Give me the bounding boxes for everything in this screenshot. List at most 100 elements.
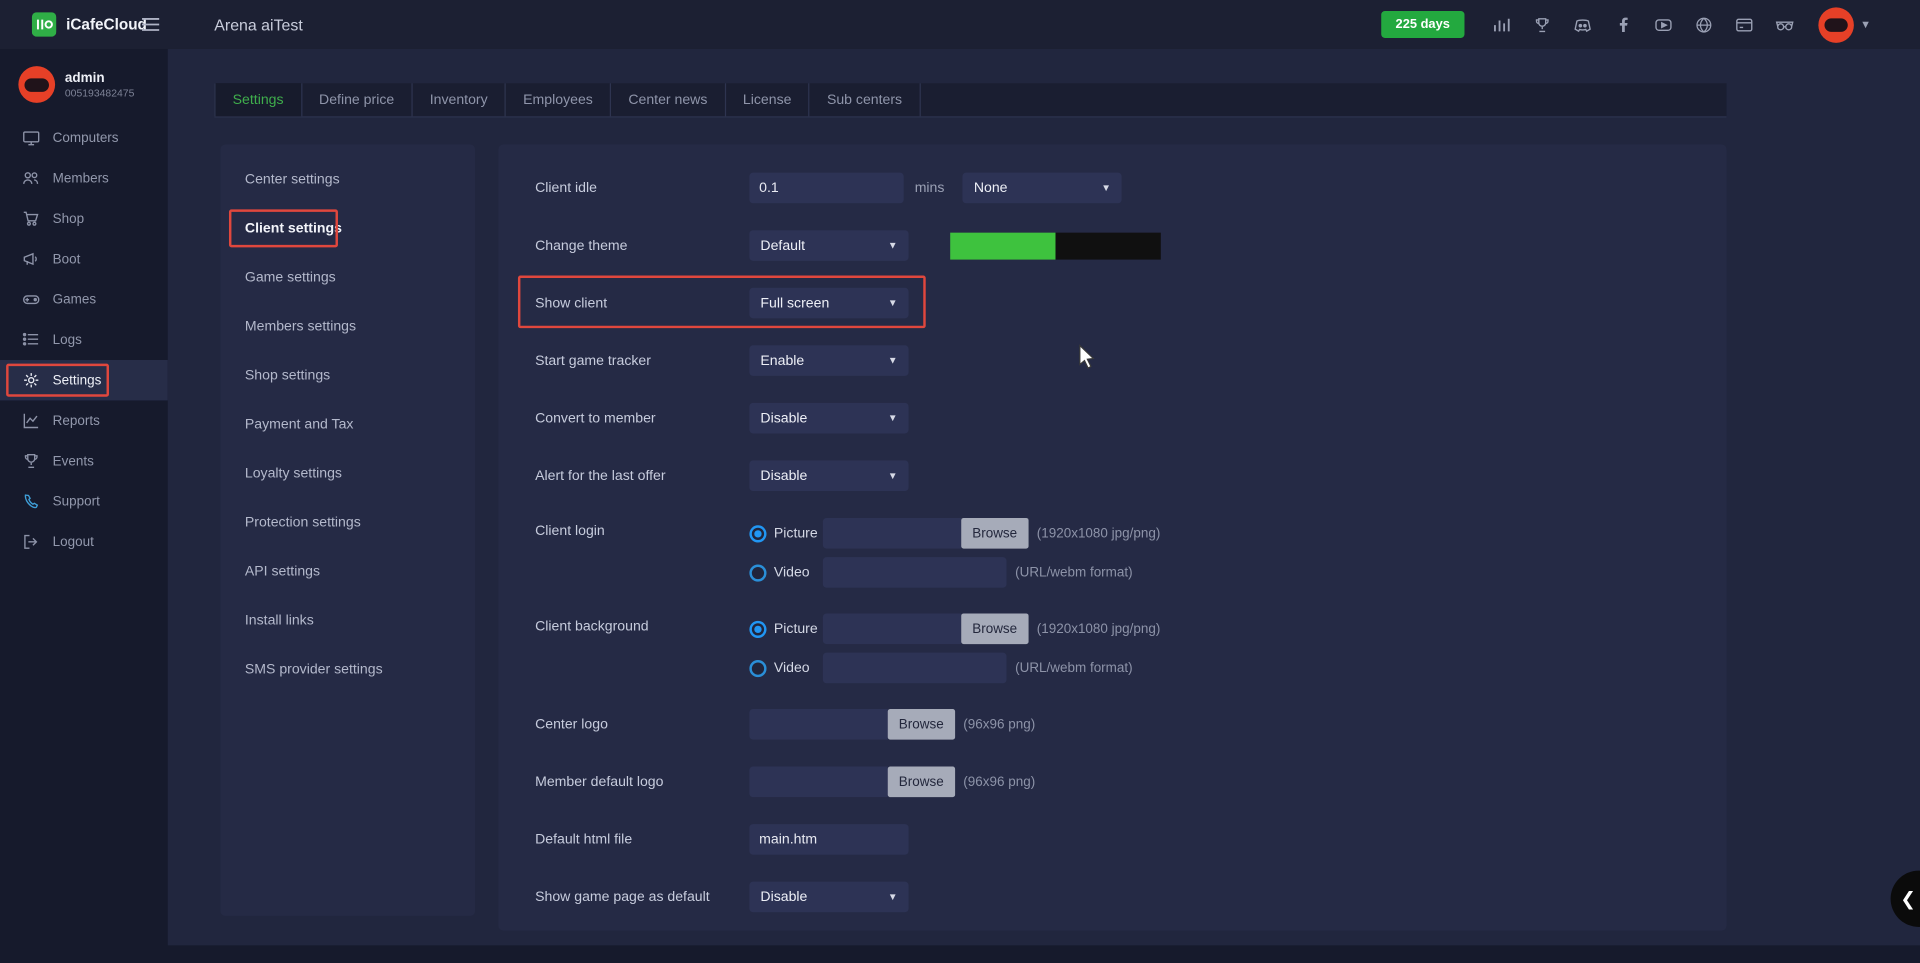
nav-item-protection-settings[interactable]: Protection settings (220, 498, 475, 547)
start-game-tracker-select[interactable]: Enable ▼ (749, 345, 908, 376)
client-background-video-radio[interactable] (749, 659, 766, 676)
sidebar-item-support[interactable]: Support (0, 481, 168, 521)
nav-item-client-settings[interactable]: Client settings (220, 204, 475, 253)
nav-item-install-links[interactable]: Install links (220, 596, 475, 645)
tab-settings[interactable]: Settings (214, 83, 302, 116)
row-member-default-logo: Member default logo Browse (96x96 png) (535, 753, 1726, 811)
client-background-picture-input[interactable] (823, 613, 961, 644)
computer-icon (22, 129, 40, 147)
client-idle-input[interactable] (749, 173, 903, 204)
topbar: iCafeCloud Arena aiTest 225 days (0, 0, 1920, 49)
row-client-idle: Client idle mins None ▼ (535, 159, 1726, 217)
facebook-icon[interactable] (1608, 10, 1637, 39)
client-background-picture-hint: (1920x1080 jpg/png) (1037, 621, 1161, 636)
sidebar-item-label: Boot (53, 252, 81, 267)
theme-secondary-swatch (1056, 232, 1161, 259)
row-client-background: Client background Picture Browse (1920x1… (535, 600, 1726, 696)
billing-icon[interactable] (1729, 10, 1758, 39)
youtube-icon[interactable] (1648, 10, 1677, 39)
client-login-picture-browse-button[interactable]: Browse (961, 518, 1028, 549)
convert-to-member-select[interactable]: Disable ▼ (749, 403, 908, 434)
sidebar-item-events[interactable]: Events (0, 441, 168, 481)
row-show-client: Show client Full screen ▼ (535, 274, 1726, 332)
main-content: Settings Define price Inventory Employee… (168, 49, 1920, 945)
client-login-video-radio-label: Video (774, 565, 823, 580)
alert-last-offer-select[interactable]: Disable ▼ (749, 460, 908, 491)
row-default-html-file: Default html file (535, 811, 1726, 869)
sidebar-item-computers[interactable]: Computers (0, 118, 168, 158)
tab-license[interactable]: License (726, 83, 810, 116)
show-client-label: Show client (535, 296, 749, 311)
trophy-icon (22, 452, 40, 470)
sidebar-item-label: Computers (53, 130, 119, 145)
client-idle-action-select[interactable]: None ▼ (963, 173, 1122, 204)
stats-icon[interactable] (1487, 10, 1516, 39)
client-background-video-radio-label: Video (774, 661, 823, 676)
default-html-file-input[interactable] (749, 824, 908, 855)
sidebar-item-reports[interactable]: Reports (0, 400, 168, 440)
sidebar-item-label: Reports (53, 413, 100, 428)
tab-employees[interactable]: Employees (506, 83, 611, 116)
client-background-video-hint: (URL/webm format) (1015, 661, 1133, 676)
nav-item-payment-and-tax[interactable]: Payment and Tax (220, 400, 475, 449)
client-login-picture-hint: (1920x1080 jpg/png) (1037, 526, 1161, 541)
change-theme-select[interactable]: Default ▼ (749, 230, 908, 261)
center-logo-label: Center logo (535, 717, 749, 732)
sidebar-item-boot[interactable]: Boot (0, 239, 168, 279)
client-login-picture-input[interactable] (823, 518, 961, 549)
nav-item-loyalty-settings[interactable]: Loyalty settings (220, 449, 475, 498)
globe-icon[interactable] (1689, 10, 1718, 39)
chevron-left-icon: ❮ (1900, 888, 1915, 910)
discord-icon[interactable] (1567, 10, 1596, 39)
members-icon (22, 169, 40, 187)
theme-primary-swatch (950, 232, 1055, 259)
client-background-picture-radio[interactable] (749, 620, 766, 637)
member-default-logo-input[interactable] (749, 767, 887, 798)
sidebar-user-id: 005193482475 (65, 86, 134, 98)
sidebar-item-members[interactable]: Members (0, 158, 168, 198)
center-logo-input[interactable] (749, 709, 887, 740)
partners-icon[interactable] (1769, 10, 1798, 39)
change-theme-label: Change theme (535, 238, 749, 253)
client-background-video-input[interactable] (823, 653, 1007, 684)
nav-item-game-settings[interactable]: Game settings (220, 253, 475, 302)
client-login-video-input[interactable] (823, 557, 1007, 588)
client-login-video-radio[interactable] (749, 564, 766, 581)
subscription-days-badge[interactable]: 225 days (1381, 11, 1465, 38)
center-logo-browse-button[interactable]: Browse (888, 709, 955, 740)
menu-toggle-icon[interactable] (141, 16, 161, 33)
tab-center-news[interactable]: Center news (611, 83, 726, 116)
sidebar-item-settings[interactable]: Settings (0, 360, 168, 400)
nav-item-members-settings[interactable]: Members settings (220, 302, 475, 351)
user-avatar[interactable] (1818, 7, 1854, 43)
chevron-down-icon: ▼ (888, 240, 898, 251)
client-login-picture-radio[interactable] (749, 525, 766, 542)
chevron-down-icon[interactable]: ▼ (1860, 18, 1871, 30)
sidebar-item-games[interactable]: Games (0, 279, 168, 319)
nav-item-api-settings[interactable]: API settings (220, 547, 475, 596)
client-background-picture-radio-label: Picture (774, 621, 823, 636)
client-idle-action-value: None (974, 181, 1008, 196)
trophy-icon[interactable] (1527, 10, 1556, 39)
show-game-page-select[interactable]: Disable ▼ (749, 882, 908, 913)
nav-item-center-settings[interactable]: Center settings (220, 156, 475, 205)
tab-sub-centers[interactable]: Sub centers (810, 83, 921, 116)
tab-inventory[interactable]: Inventory (413, 83, 506, 116)
settings-nav: Center settings Client settings Game set… (220, 144, 475, 915)
row-show-game-page: Show game page as default Disable ▼ (535, 868, 1726, 926)
sidebar-item-logout[interactable]: Logout (0, 522, 168, 562)
logout-icon (22, 533, 40, 551)
member-default-logo-browse-button[interactable]: Browse (888, 767, 955, 798)
sidebar-item-shop[interactable]: Shop (0, 198, 168, 238)
sidebar-item-logs[interactable]: Logs (0, 320, 168, 360)
show-client-select[interactable]: Full screen ▼ (749, 288, 908, 319)
gear-icon (22, 371, 40, 389)
tab-define-price[interactable]: Define price (302, 83, 413, 116)
sidebar-user[interactable]: admin 005193482475 (0, 49, 168, 118)
chart-icon (22, 411, 40, 429)
default-html-file-label: Default html file (535, 832, 749, 847)
nav-item-shop-settings[interactable]: Shop settings (220, 351, 475, 400)
chevron-down-icon: ▼ (888, 298, 898, 309)
client-background-picture-browse-button[interactable]: Browse (961, 613, 1028, 644)
nav-item-sms-provider-settings[interactable]: SMS provider settings (220, 645, 475, 694)
